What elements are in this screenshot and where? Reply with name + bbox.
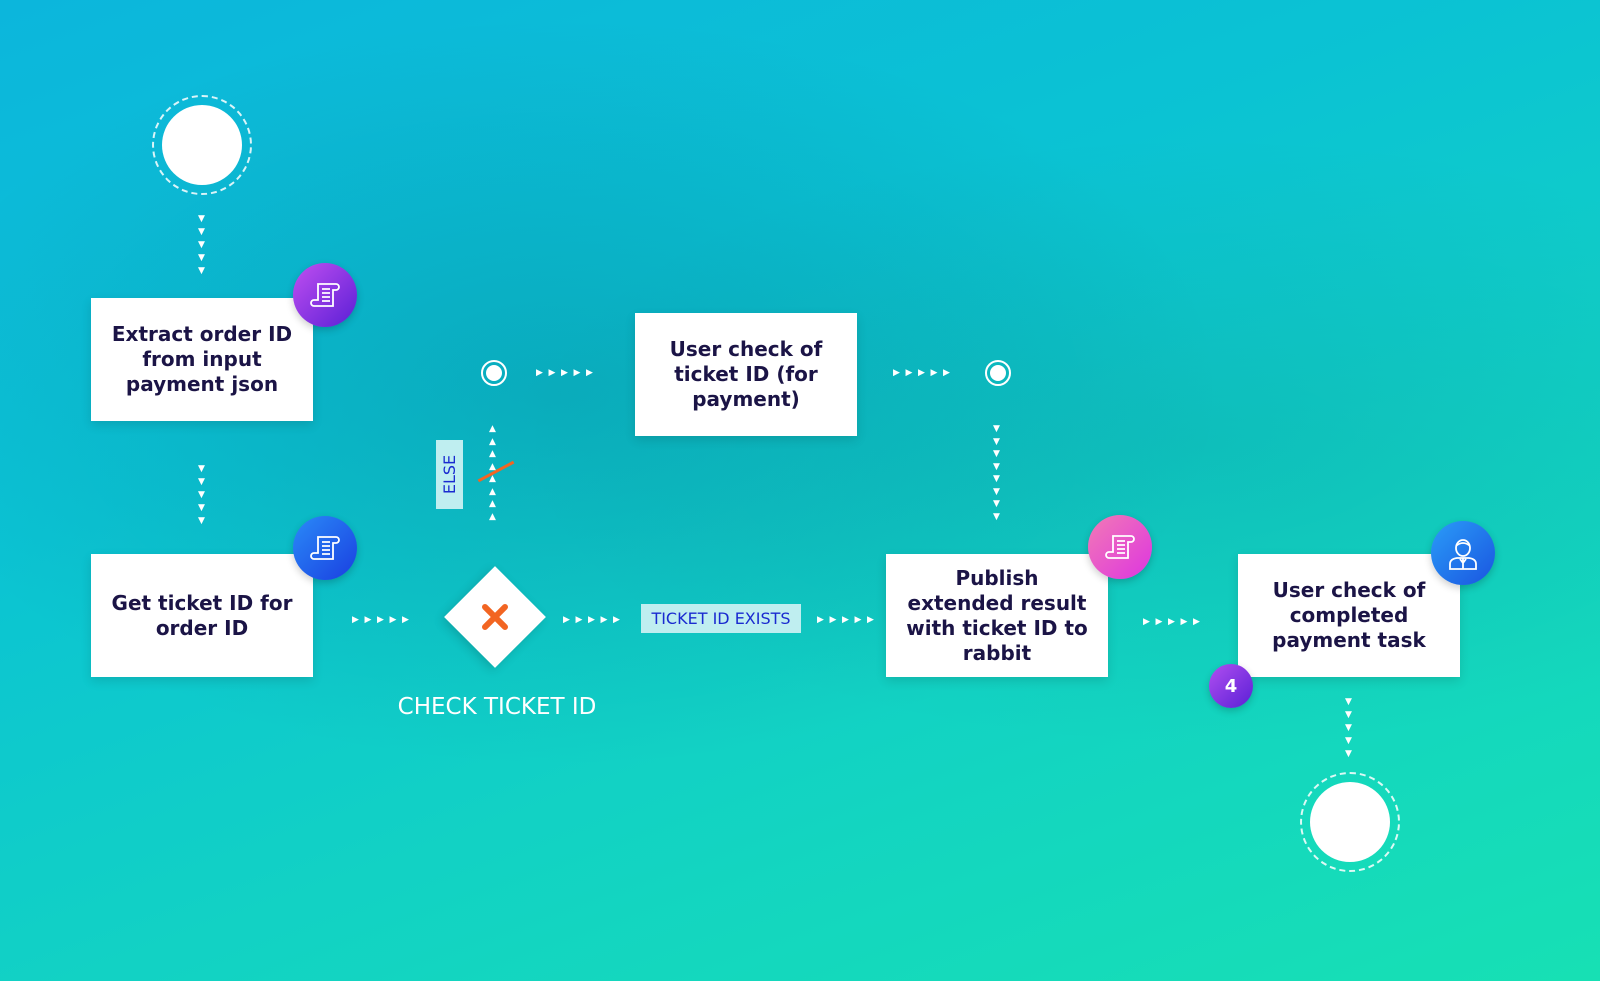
flow-arrow-icon: ▶ <box>548 368 560 378</box>
flow-arrow-icon: ▶ <box>1180 617 1192 627</box>
flow-arrow-icon: ▼ <box>1345 736 1356 746</box>
flow-arrow-icon: ▶ <box>1193 617 1204 627</box>
flow-arrow-icon: ▶ <box>943 368 954 378</box>
task-label: User check of completed payment task <box>1272 578 1426 652</box>
flow-arrow-icon: ▶ <box>561 368 572 378</box>
end-event[interactable] <box>1310 782 1390 862</box>
task-user-check-ticket[interactable]: User check of ticket ID (for payment) <box>635 313 857 436</box>
flow-arrow-icon: ▶ <box>563 615 574 625</box>
scroll-icon <box>293 263 357 327</box>
scroll-icon <box>293 516 357 580</box>
flow-arrow-icon: ▶ <box>1168 617 1179 627</box>
flow-arrow-icon: ▶ <box>586 368 597 378</box>
task-label: Get ticket ID for order ID <box>111 590 293 640</box>
else-label: ELSE <box>436 440 463 509</box>
flow-arrow-icon: ▶ <box>377 615 388 625</box>
flow-arrow-icon: ▼ <box>1345 697 1356 707</box>
flow-arrow-icon: ▶ <box>1155 617 1167 627</box>
scroll-icon <box>1088 515 1152 579</box>
task-extract-order-id[interactable]: Extract order ID from input payment json <box>91 298 313 421</box>
flow-arrow-icon: ▼ <box>198 253 209 263</box>
task-publish-result[interactable]: Publish extended result with ticket ID t… <box>886 554 1108 677</box>
task-label: Extract order ID from input payment json <box>111 322 293 396</box>
flow-arrow-icon: ▶ <box>930 368 942 378</box>
flow-arrow-icon: ▼ <box>198 503 209 513</box>
flow-arrow-icon: ▶ <box>905 368 917 378</box>
flow-arrow-icon: ▶ <box>600 615 612 625</box>
flow-arrow-icon: ▼ <box>198 477 209 487</box>
flow-arrow-icon: ▶ <box>364 615 376 625</box>
flow-arrow-icon: ▼ <box>1345 723 1356 733</box>
start-event[interactable] <box>162 105 242 185</box>
task-label: User check of ticket ID (for payment) <box>669 337 823 411</box>
flow-arrow-icon: ▼ <box>198 227 209 237</box>
flow-arrow-icon: ▼ <box>198 240 209 250</box>
flow-arrow-icon: ▼ <box>198 266 209 276</box>
intermediate-event[interactable] <box>481 360 507 386</box>
step-badge: 4 <box>1209 664 1253 708</box>
flow-arrow-icon: ▶ <box>893 368 904 378</box>
flow-arrow-icon: ▶ <box>1143 617 1154 627</box>
x-icon <box>482 604 508 630</box>
task-user-check-completed[interactable]: User check of completed payment task <box>1238 554 1460 677</box>
flow-arrow-icon: ▶ <box>389 615 401 625</box>
flow-arrow-icon: ▼ <box>198 464 209 474</box>
flow-arrow-icon: ▼ <box>198 490 209 500</box>
gateway-label: CHECK TICKET ID <box>397 694 597 720</box>
flow-arrow-icon: ▶ <box>867 615 878 625</box>
flow-arrow-icon: ▶ <box>854 615 866 625</box>
flow-arrow-icon: ▼ <box>993 511 1004 522</box>
task-label: Publish extended result with ticket ID t… <box>906 565 1088 665</box>
flow-arrow-icon: ▼ <box>1345 749 1356 759</box>
else-text: ELSE <box>440 454 460 495</box>
flow-arrow-icon: ▶ <box>829 615 841 625</box>
flow-arrow-icon: ▶ <box>588 615 599 625</box>
ticket-exists-label: TICKET ID EXISTS <box>641 604 801 633</box>
flow-arrow-icon: ▼ <box>1345 710 1356 720</box>
intermediate-event[interactable] <box>985 360 1011 386</box>
flow-arrow-icon: ▶ <box>536 368 547 378</box>
flow-arrow-icon: ▼ <box>198 516 209 526</box>
flow-arrow-icon: ▼ <box>198 214 209 224</box>
flow-arrow-icon: ▲ <box>489 511 500 522</box>
flow-arrow-icon: ▶ <box>573 368 585 378</box>
user-icon <box>1431 521 1495 585</box>
flow-arrow-icon: ▶ <box>575 615 587 625</box>
flow-arrow-icon: ▶ <box>817 615 828 625</box>
flow-arrow-icon: ▶ <box>613 615 624 625</box>
flow-arrow-icon: ▶ <box>918 368 929 378</box>
flow-arrow-icon: ▶ <box>352 615 363 625</box>
task-get-ticket-id[interactable]: Get ticket ID for order ID <box>91 554 313 677</box>
flow-arrow-icon: ▶ <box>402 615 413 625</box>
flow-arrow-icon: ▶ <box>842 615 853 625</box>
